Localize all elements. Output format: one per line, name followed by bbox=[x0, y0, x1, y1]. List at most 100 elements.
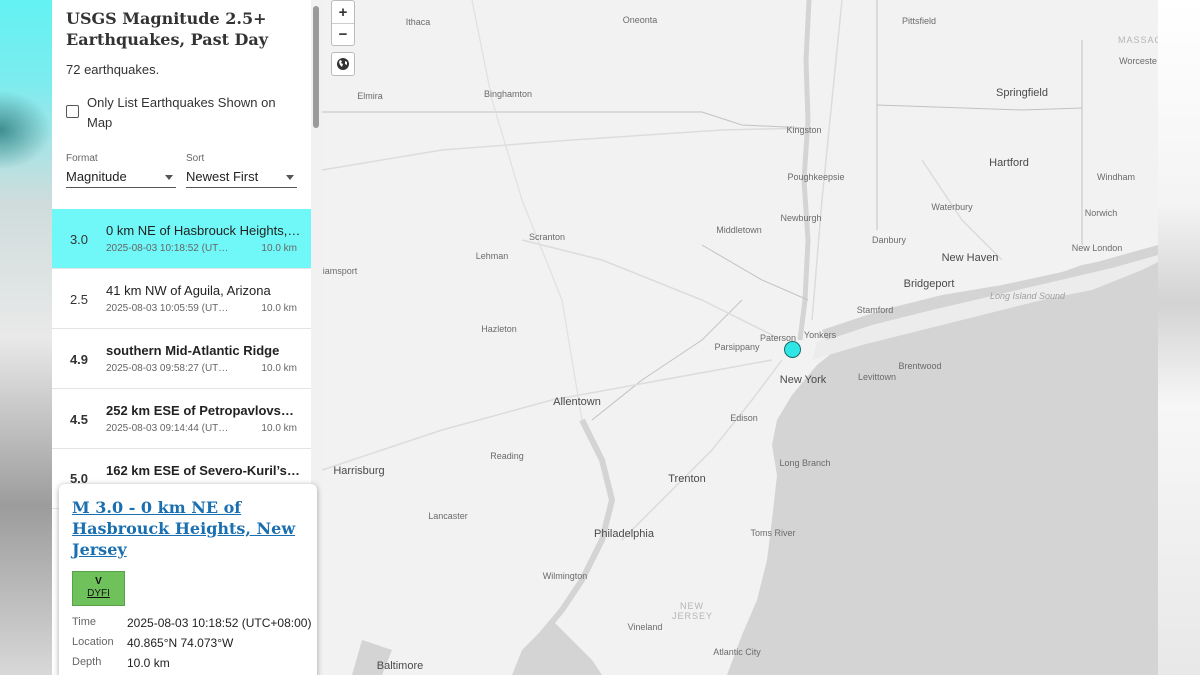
map-label-binghamton: Binghamton bbox=[483, 89, 533, 99]
map-view[interactable]: + − Ithaca Oneonta Pittsfield MASSAC Wor… bbox=[322, 0, 1158, 675]
map-label-wilmington: Wilmington bbox=[542, 571, 588, 581]
map-label-stamford: Stamford bbox=[856, 305, 894, 315]
only-list-shown-toggle[interactable]: Only List Earthquakes Shown on Map bbox=[66, 93, 296, 133]
map-label-yonkers: Yonkers bbox=[803, 330, 837, 340]
only-list-label: Only List Earthquakes Shown on Map bbox=[87, 95, 276, 130]
place: 162 km ESE of Severo-Kuril’sk, Russia bbox=[106, 463, 301, 478]
location-key: Location bbox=[72, 636, 114, 648]
earthquake-popup: M 3.0 - 0 km NE of Hasbrouck Heights, Ne… bbox=[59, 484, 317, 675]
map-label-brentwood: Brentwood bbox=[898, 361, 942, 371]
zoom-out-button[interactable]: − bbox=[332, 23, 354, 45]
depth: 10.0 km bbox=[261, 243, 297, 254]
time: 2025-08-03 10:05:59 (UTC+08:00) bbox=[106, 303, 234, 314]
map-label-scranton: Scranton bbox=[528, 232, 566, 242]
zoom-control: + − bbox=[331, 0, 355, 46]
map-label-elmira: Elmira bbox=[357, 91, 383, 101]
map-label-ithaca: Ithaca bbox=[405, 17, 431, 27]
map-label-williamsport: iamsport bbox=[322, 266, 358, 276]
map-label-new-london: New London bbox=[1071, 243, 1123, 253]
dyfi-label: DYFI bbox=[87, 588, 110, 599]
list-item[interactable]: 2.5 41 km NW of Aguila, Arizona 2025-08-… bbox=[52, 269, 311, 329]
list-item[interactable]: 4.9 southern Mid-Atlantic Ridge 2025-08-… bbox=[52, 329, 311, 389]
depth: 10.0 km bbox=[261, 363, 297, 374]
popup-title-link[interactable]: M 3.0 - 0 km NE of Hasbrouck Heights, Ne… bbox=[72, 497, 307, 560]
map-label-reading: Reading bbox=[490, 451, 524, 461]
map-label-new-haven: New Haven bbox=[941, 252, 999, 264]
depth-key: Depth bbox=[72, 656, 102, 668]
chevron-down-icon bbox=[165, 175, 173, 180]
map-label-hazleton: Hazleton bbox=[481, 324, 517, 334]
magnitude: 4.5 bbox=[69, 411, 89, 427]
time: 2025-08-03 09:58:27 (UTC+08:00) bbox=[106, 363, 234, 374]
basemap-layers-button[interactable] bbox=[331, 52, 355, 76]
place: 0 km NE of Hasbrouck Heights, New Jersey bbox=[106, 223, 301, 238]
map-label-philadelphia: Philadelphia bbox=[594, 528, 654, 540]
map-label-parsippany: Parsippany bbox=[714, 342, 760, 352]
map-label-springfield: Springfield bbox=[996, 87, 1048, 99]
map-label-pittsfield: Pittsfield bbox=[901, 16, 937, 26]
basemap bbox=[322, 0, 1158, 675]
earthquake-list: 3.0 0 km NE of Hasbrouck Heights, New Je… bbox=[52, 209, 311, 509]
map-label-allentown: Allentown bbox=[553, 396, 601, 408]
format-select-value: Magnitude bbox=[66, 169, 127, 184]
map-label-lehman: Lehman bbox=[475, 251, 509, 261]
map-label-poughkeepsie: Poughkeepsie bbox=[787, 172, 845, 182]
map-label-trenton: Trenton bbox=[668, 473, 706, 485]
chevron-down-icon bbox=[286, 175, 294, 180]
map-label-toms-river: Toms River bbox=[750, 528, 796, 538]
scrollbar-thumb[interactable] bbox=[313, 6, 319, 128]
map-label-hartford: Hartford bbox=[989, 157, 1029, 169]
map-label-windham: Windham bbox=[1096, 172, 1136, 182]
map-label-vineland: Vineland bbox=[627, 622, 663, 632]
format-select[interactable]: Magnitude bbox=[66, 166, 176, 188]
earthquake-count: 72 earthquakes. bbox=[66, 62, 160, 77]
time: 2025-08-03 10:18:52 (UTC+08:00) bbox=[106, 243, 234, 254]
magnitude: 2.5 bbox=[69, 291, 89, 307]
magnitude: 3.0 bbox=[69, 231, 89, 247]
map-label-baltimore: Baltimore bbox=[376, 660, 424, 672]
time-key: Time bbox=[72, 616, 97, 628]
format-label: Format bbox=[66, 153, 98, 164]
map-label-bridgeport: Bridgeport bbox=[903, 278, 955, 290]
map-label-massachusetts: MASSAC bbox=[1117, 35, 1158, 45]
map-label-kingston: Kingston bbox=[786, 125, 822, 135]
list-item[interactable]: 3.0 0 km NE of Hasbrouck Heights, New Je… bbox=[52, 209, 311, 269]
sort-select-value: Newest First bbox=[186, 169, 259, 184]
list-title: USGS Magnitude 2.5+ Earthquakes, Past Da… bbox=[66, 9, 269, 49]
dyfi-level: V bbox=[95, 576, 102, 587]
time: 2025-08-03 09:14:44 (UTC+08:00) bbox=[106, 423, 234, 434]
map-label-worcester: Worceste bbox=[1119, 56, 1157, 66]
dyfi-badge[interactable]: V DYFI bbox=[72, 571, 125, 606]
map-label-long-island-sound: Long Island Sound bbox=[990, 291, 1066, 301]
desktop-background-left bbox=[0, 0, 52, 675]
map-label-oneonta: Oneonta bbox=[622, 15, 658, 25]
globe-icon bbox=[337, 58, 349, 70]
magnitude: 4.9 bbox=[69, 351, 89, 367]
only-list-checkbox[interactable] bbox=[66, 105, 79, 118]
map-label-norwich: Norwich bbox=[1084, 208, 1118, 218]
sort-label: Sort bbox=[186, 153, 205, 164]
place: southern Mid-Atlantic Ridge bbox=[106, 343, 280, 358]
list-item[interactable]: 4.5 252 km ESE of Petropavlovsk-Kamchats… bbox=[52, 389, 311, 449]
map-label-levittown: Levittown bbox=[857, 372, 897, 382]
depth: 10.0 km bbox=[261, 303, 297, 314]
map-label-new-jersey: NEW JERSEY bbox=[672, 601, 714, 621]
map-label-lancaster: Lancaster bbox=[428, 511, 468, 521]
map-label-waterbury: Waterbury bbox=[931, 202, 973, 212]
map-label-long-branch: Long Branch bbox=[779, 458, 831, 468]
map-label-harrisburg: Harrisburg bbox=[333, 465, 385, 477]
map-label-danbury: Danbury bbox=[871, 235, 907, 245]
map-label-newburgh: Newburgh bbox=[780, 213, 822, 223]
map-label-middletown: Middletown bbox=[716, 225, 762, 235]
place: 252 km ESE of Petropavlovsk-Kamchatsky, … bbox=[106, 403, 301, 418]
desktop-background-right bbox=[1158, 0, 1200, 675]
zoom-in-button[interactable]: + bbox=[332, 1, 354, 23]
depth: 10.0 km bbox=[261, 423, 297, 434]
map-label-new-york: New York bbox=[779, 374, 827, 386]
depth-value: 10.0 km bbox=[127, 656, 170, 670]
map-label-atlantic-city: Atlantic City bbox=[713, 647, 761, 657]
location-value: 40.865°N 74.073°W bbox=[127, 636, 234, 650]
sort-select[interactable]: Newest First bbox=[186, 166, 297, 188]
earthquake-marker[interactable] bbox=[784, 341, 801, 358]
map-label-edison: Edison bbox=[730, 413, 758, 423]
